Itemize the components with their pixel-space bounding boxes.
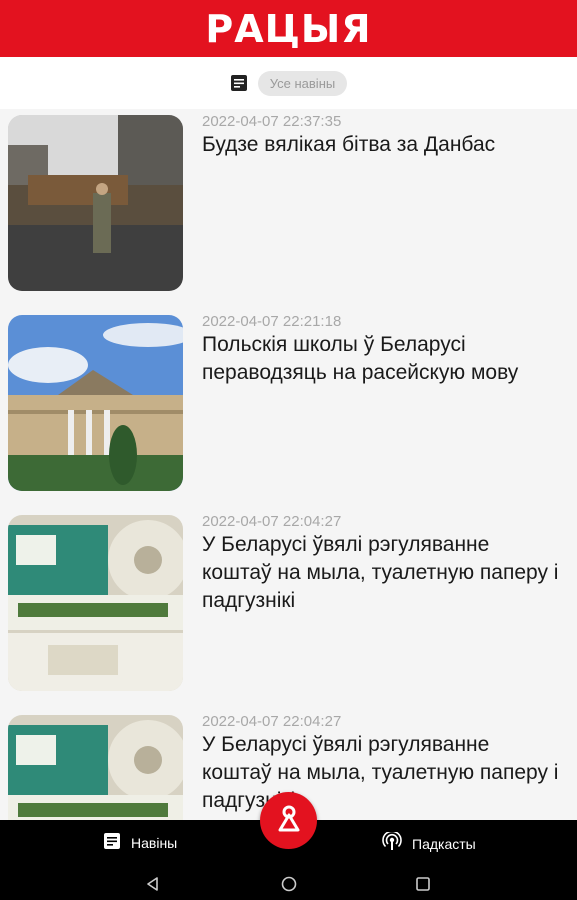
- filter-bar: Усе навіны: [0, 57, 577, 109]
- radio-logo-button[interactable]: [260, 792, 317, 849]
- news-thumbnail[interactable]: [8, 515, 183, 691]
- tab-news[interactable]: Навіны: [103, 832, 177, 853]
- tab-news-label: Навіны: [131, 834, 178, 851]
- podcast-icon: [382, 830, 402, 855]
- radio-logo-icon: [274, 803, 304, 838]
- document-icon: [103, 832, 121, 853]
- tab-podcasts-label: Падкасты: [412, 835, 476, 852]
- news-timestamp: 2022-04-07 22:37:35: [202, 113, 342, 130]
- system-nav-bar: [0, 868, 577, 900]
- news-thumbnail[interactable]: [8, 315, 183, 491]
- home-icon[interactable]: [280, 875, 298, 893]
- news-thumbnail[interactable]: [8, 115, 183, 291]
- news-title[interactable]: Будзе вялікая бітва за Данбас: [202, 131, 562, 159]
- all-news-chip[interactable]: Усе навіны: [257, 70, 348, 96]
- app-header: РАЦЫЯ: [0, 0, 577, 57]
- back-icon[interactable]: [144, 875, 162, 893]
- news-item[interactable]: 2022-04-07 22:21:18 Польскія школы ў Бел…: [0, 309, 577, 509]
- news-item[interactable]: 2022-04-07 22:04:27 У Беларусі ўвялі рэг…: [0, 509, 577, 709]
- news-feed[interactable]: 2022-04-07 22:37:35 Будзе вялікая бітва …: [0, 109, 577, 820]
- news-timestamp: 2022-04-07 22:04:27: [202, 513, 342, 530]
- news-timestamp: 2022-04-07 22:21:18: [202, 313, 342, 330]
- news-title[interactable]: У Беларусі ўвялі рэгуляванне коштаў на м…: [202, 731, 562, 815]
- news-title[interactable]: У Беларусі ўвялі рэгуляванне коштаў на м…: [202, 531, 562, 615]
- news-title[interactable]: Польскія школы ў Беларусі пераводзяць на…: [202, 331, 562, 387]
- app-logo: РАЦЫЯ: [205, 6, 372, 51]
- news-timestamp: 2022-04-07 22:04:27: [202, 713, 342, 730]
- recents-icon[interactable]: [414, 875, 432, 893]
- news-thumbnail[interactable]: [8, 715, 183, 820]
- news-item[interactable]: 2022-04-07 22:37:35 Будзе вялікая бітва …: [0, 109, 577, 309]
- tab-podcasts[interactable]: Падкасты: [382, 830, 476, 855]
- document-icon[interactable]: [230, 74, 248, 92]
